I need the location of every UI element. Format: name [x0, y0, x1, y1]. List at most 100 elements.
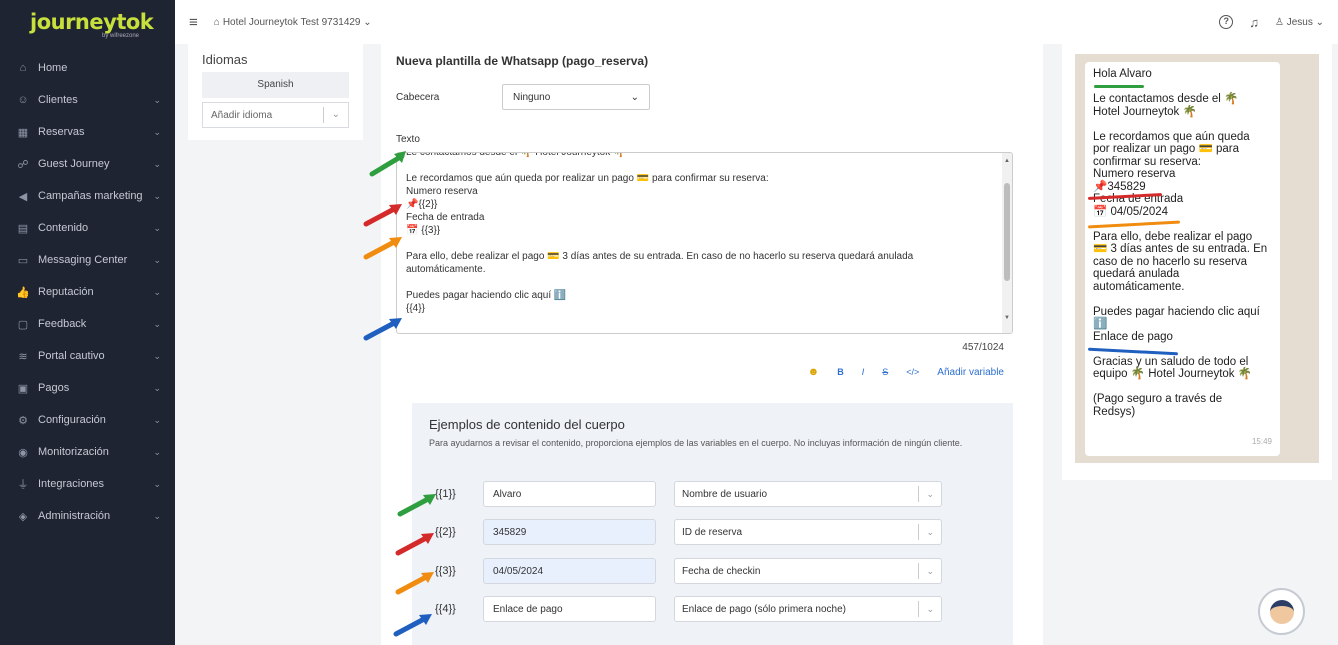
sidebar-item[interactable]: ⚙ Configuración ⌄	[0, 404, 175, 436]
orange-arrow-icon	[395, 572, 434, 595]
language-spanish[interactable]: Spanish	[202, 72, 349, 98]
example-value-input[interactable]: 345829	[483, 519, 656, 545]
thumbs-up-icon: 👍	[16, 286, 30, 299]
variable-type-select[interactable]: Fecha de checkin ⌄	[674, 558, 942, 584]
scroll-up-icon[interactable]: ▲	[1004, 155, 1010, 168]
preview-line: ℹ️	[1093, 318, 1108, 330]
chevron-down-icon: ⌄	[918, 601, 934, 617]
scroll-down-icon[interactable]: ▼	[1004, 312, 1010, 325]
chevron-down-icon: ⌄	[918, 524, 934, 540]
header-select[interactable]: Ninguno ⌄	[502, 84, 650, 110]
header-row: Cabecera Ninguno ⌄	[396, 84, 650, 110]
header-label: Cabecera	[396, 91, 440, 103]
preview-line: Redsys)	[1093, 405, 1136, 418]
home-icon: ⌂	[213, 16, 220, 28]
variable-type-select[interactable]: Nombre de usuario ⌄	[674, 481, 942, 507]
preview-line: Puedes pagar haciendo clic aquí	[1093, 305, 1260, 318]
strike-button[interactable]: S	[882, 367, 888, 377]
template-form: Nueva plantilla de Whatsapp (pago_reserv…	[381, 44, 1043, 645]
preview-line	[1093, 381, 1272, 394]
chevron-down-icon: ⌄	[1315, 16, 1324, 28]
sidebar-item[interactable]: ⏚ Integraciones ⌄	[0, 468, 175, 500]
sidebar-item[interactable]: ▦ Reservas ⌄	[0, 116, 175, 148]
sidebar-item-label: Contenido	[38, 222, 89, 234]
sidebar-item-label: Campañas marketing	[38, 190, 143, 202]
text-label: Texto	[396, 134, 420, 145]
sidebar-item[interactable]: 👍 Reputación ⌄	[0, 276, 175, 308]
sidebar-item[interactable]: ☺ Clientes ⌄	[0, 84, 175, 116]
message-textarea[interactable]: Le contactamos desde el 🌴 Hotel Journeyt…	[396, 152, 1013, 334]
add-language-select[interactable]: Añadir idioma ⌄	[202, 102, 349, 128]
textarea-line: Numero reserva	[406, 186, 478, 197]
preview-line: confirmar su reserva:	[1093, 155, 1202, 168]
payment-icon: ▣	[17, 382, 29, 395]
sidebar-item-label: Configuración	[38, 414, 106, 426]
home-icon: ⌂	[19, 62, 27, 74]
user-menu[interactable]: ♙ Jesus ⌄	[1275, 17, 1324, 28]
shield-icon: ◈	[18, 510, 28, 523]
assistant-avatar-button[interactable]	[1258, 588, 1305, 635]
example-value-input[interactable]: Enlace de pago	[483, 596, 656, 622]
add-variable-button[interactable]: Añadir variable	[937, 367, 1004, 378]
chevron-down-icon: ⌄	[153, 350, 161, 361]
sidebar-item[interactable]: ▭ Messaging Center ⌄	[0, 244, 175, 276]
plug-icon: ⏚	[17, 479, 29, 491]
sidebar-item[interactable]: ☍ Guest Journey ⌄	[0, 148, 175, 180]
gear-icon: ⚙	[18, 414, 28, 427]
logo[interactable]: journeytok by wifreezone	[0, 0, 175, 44]
sidebar-nav: ⌂ Home ☺ Clientes ⌄ ▦ Reservas ⌄ ☍ Guest Journey ⌄…	[0, 52, 175, 532]
sidebar: journeytok by wifreezone ⌂ Home ☺ Clientes ⌄…	[0, 0, 175, 645]
emoji-icon[interactable]: ☻	[808, 366, 820, 378]
blue-arrow-icon	[393, 614, 432, 637]
brand-name: journeytok	[30, 10, 154, 34]
sidebar-item[interactable]: ⌂ Home	[0, 52, 175, 84]
variable-type-select[interactable]: Enlace de pago (sólo primera noche) ⌄	[674, 596, 942, 622]
example-value: 345829	[493, 526, 527, 538]
menu-icon[interactable]: ≡	[189, 14, 198, 31]
format-toolbar: ☻ B I S </> Añadir variable	[808, 366, 1004, 378]
topbar: ≡ ⌂ Hotel Journeytok Test 9731429 ⌄ ? ♫ ♙…	[175, 0, 1338, 44]
green-arrow-icon	[369, 151, 406, 177]
preview-line: Le recordamos que aún queda	[1093, 130, 1250, 143]
chevron-down-icon: ⌄	[153, 222, 161, 233]
sidebar-item-label: Feedback	[38, 318, 87, 330]
sidebar-item-label: Reservas	[38, 126, 85, 138]
chevron-down-icon: ⌄	[322, 107, 340, 123]
green-underline	[1094, 85, 1144, 88]
header-value: Ninguno	[513, 91, 551, 103]
red-arrow-icon	[395, 533, 434, 556]
italic-button[interactable]: I	[862, 367, 865, 377]
help-icon[interactable]: ?	[1219, 15, 1234, 29]
bold-button[interactable]: B	[837, 367, 844, 377]
example-value-input[interactable]: 04/05/2024	[483, 558, 656, 584]
bell-icon[interactable]: ♫	[1249, 15, 1259, 30]
users-icon: ☺	[17, 94, 29, 106]
variable-type-select[interactable]: ID de reserva ⌄	[674, 519, 942, 545]
sidebar-item[interactable]: ◉ Monitorización ⌄	[0, 436, 175, 468]
sidebar-item[interactable]: ▣ Pagos ⌄	[0, 372, 175, 404]
green-arrow-icon	[397, 494, 436, 517]
preview-line: Le contactamos desde el 🌴	[1093, 93, 1239, 105]
chevron-down-icon: ⌄	[153, 158, 161, 169]
sidebar-item[interactable]: ▤ Contenido ⌄	[0, 212, 175, 244]
chevron-down-icon: ⌄	[918, 563, 934, 579]
chevron-down-icon: ⌄	[153, 126, 161, 137]
variable-type: Enlace de pago (sólo primera noche)	[682, 603, 846, 615]
sidebar-item-label: Home	[38, 62, 68, 74]
examples-description: Para ayudarnos a revisar el contenido, p…	[429, 438, 963, 448]
sidebar-item-label: Integraciones	[38, 478, 105, 490]
scroll-thumb[interactable]	[1004, 183, 1010, 281]
sidebar-item[interactable]: ◈ Administración ⌄	[0, 500, 175, 532]
sidebar-item[interactable]: ◀ Campañas marketing ⌄	[0, 180, 175, 212]
message-icon: ▭	[17, 254, 29, 267]
code-button[interactable]: </>	[906, 367, 919, 377]
chevron-down-icon: ⌄	[153, 318, 161, 329]
form-title: Nueva plantilla de Whatsapp (pago_reserv…	[396, 54, 649, 68]
sidebar-item[interactable]: ≋ Portal cautivo ⌄	[0, 340, 175, 372]
example-value-input[interactable]: Alvaro	[483, 481, 656, 507]
languages-title: Idiomas	[202, 52, 248, 67]
textarea-scrollbar[interactable]: ▲ ▼	[1002, 153, 1012, 333]
chevron-down-icon: ⌄	[153, 190, 161, 201]
hotel-selector[interactable]: ⌂ Hotel Journeytok Test 9731429 ⌄	[214, 17, 372, 28]
sidebar-item[interactable]: ▢ Feedback ⌄	[0, 308, 175, 340]
